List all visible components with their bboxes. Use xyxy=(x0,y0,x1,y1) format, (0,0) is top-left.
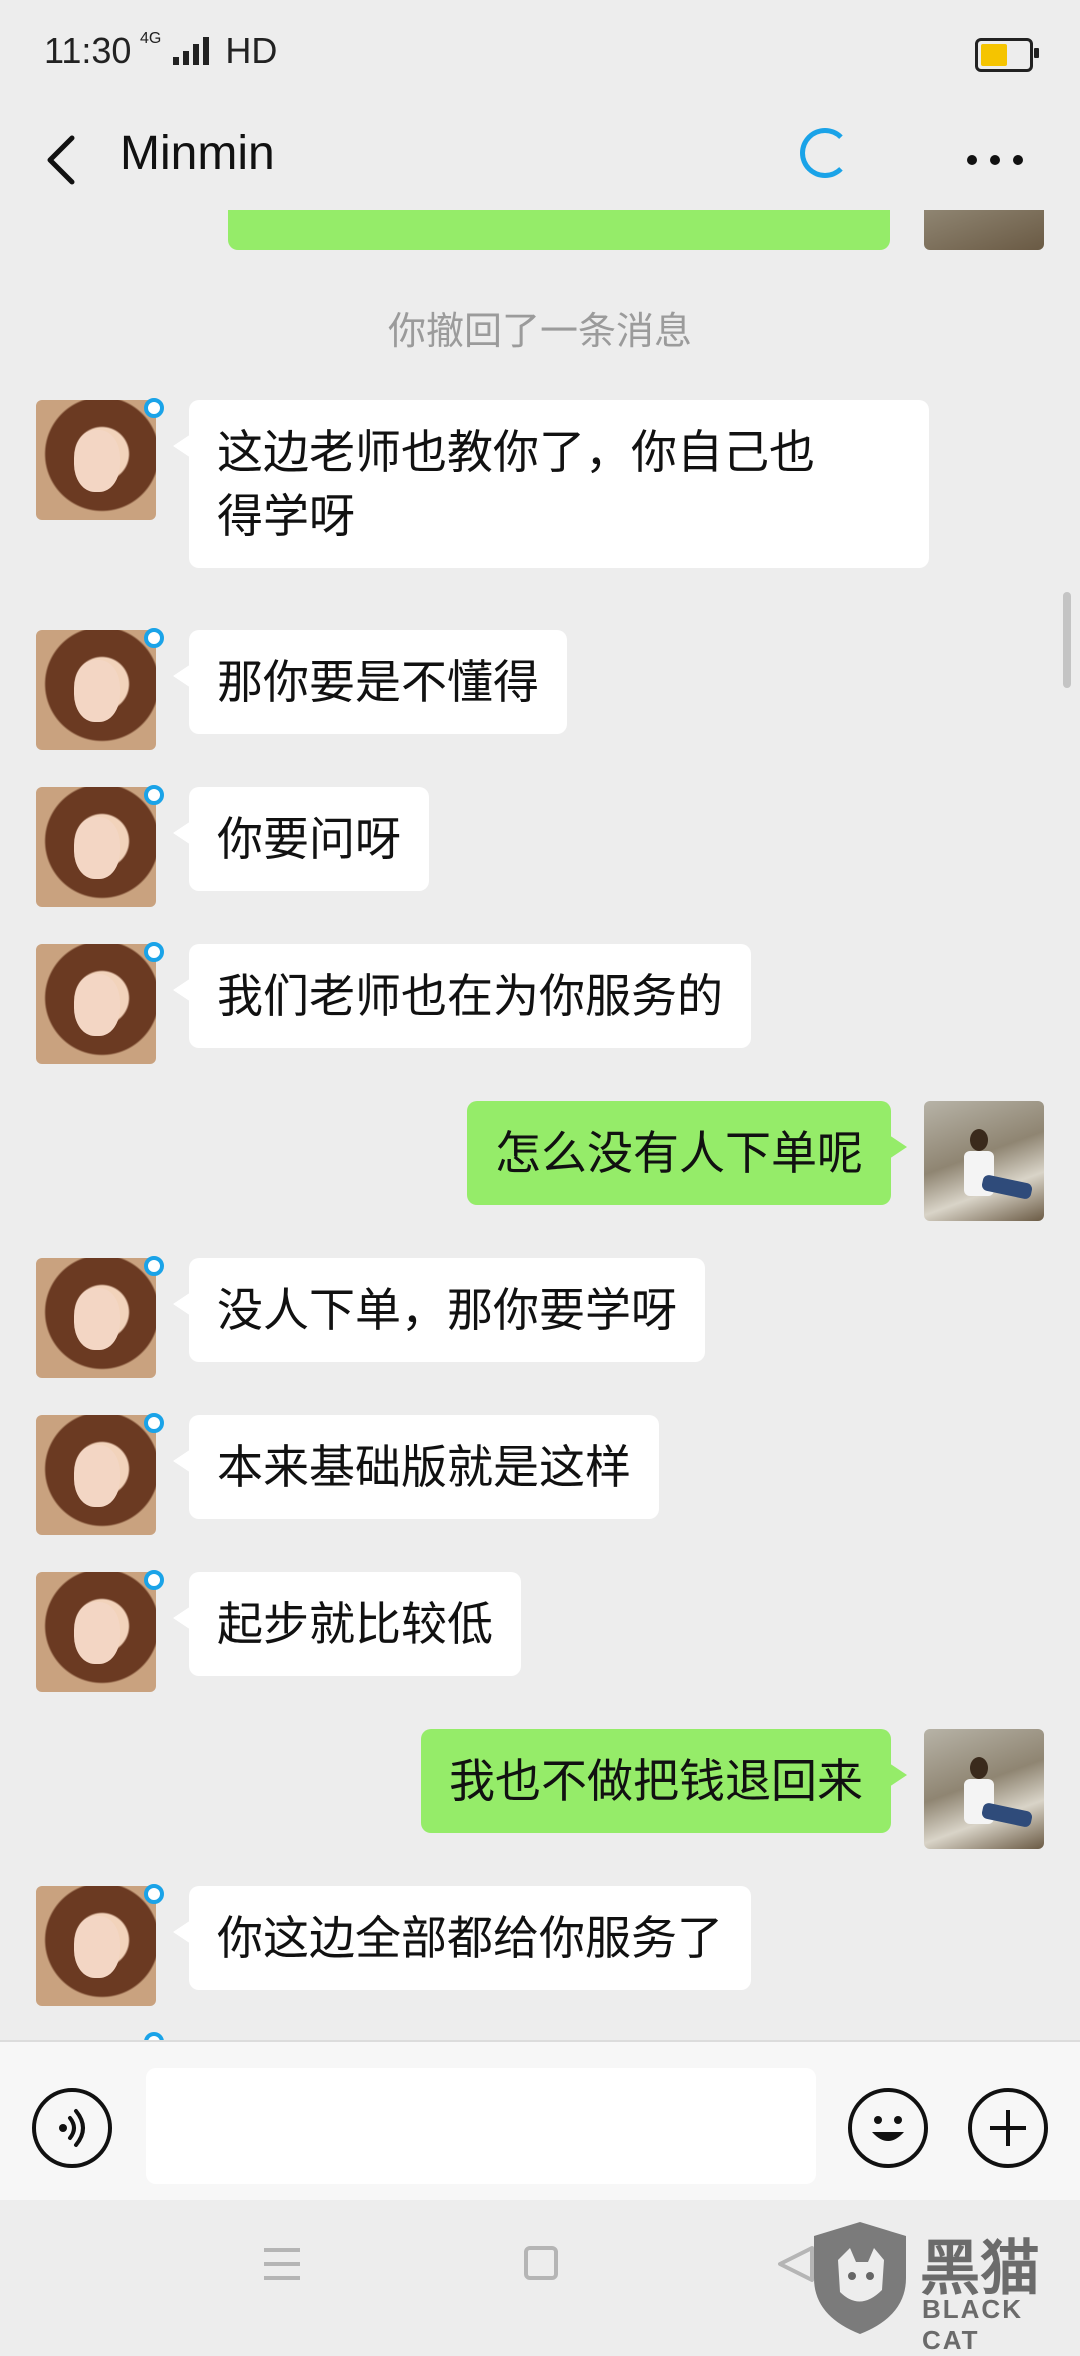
scrollbar[interactable] xyxy=(1063,592,1071,688)
message-text: 你这边全部都给你服务了 xyxy=(217,1911,723,1965)
battery-icon xyxy=(975,38,1039,72)
incoming-bubble[interactable]: 你这边全部都给你服务了 xyxy=(173,1886,751,1990)
outgoing-bubble[interactable]: 怎么没有人下单呢 xyxy=(467,1101,907,1205)
emoji-icon[interactable] xyxy=(848,2088,928,2168)
watermark-subtitle: BLACK CAT xyxy=(922,2294,1023,2355)
signal-icon xyxy=(173,37,210,65)
contact-avatar[interactable] xyxy=(36,787,156,907)
more-dots-icon[interactable] xyxy=(960,130,1030,186)
system-nav-bar: 黑猫 BLACK CAT xyxy=(0,2200,1080,2355)
incoming-bubble[interactable]: 本来基础版就是这样 xyxy=(173,1415,659,1519)
online-dot-icon xyxy=(144,785,164,805)
online-dot-icon xyxy=(144,628,164,648)
contact-avatar[interactable] xyxy=(36,1572,156,1692)
network-label: 4G xyxy=(140,30,162,47)
online-dot-icon xyxy=(144,1884,164,1904)
message-text: 那你要是不懂得 xyxy=(217,655,539,709)
message-text: 没人下单，那你要学呀 xyxy=(217,1283,677,1337)
status-bar: 11:30 4G HD xyxy=(0,0,1080,110)
contact-avatar[interactable] xyxy=(36,1258,156,1378)
online-dot-icon xyxy=(144,942,164,962)
home-icon[interactable] xyxy=(524,2246,558,2280)
online-dot-icon xyxy=(144,1570,164,1590)
incoming-bubble[interactable]: 这边老师也教你了，你自己也 得学呀 xyxy=(173,400,929,568)
online-dot-icon xyxy=(144,398,164,418)
status-time: 11:30 xyxy=(44,30,132,71)
contact-avatar[interactable] xyxy=(36,1415,156,1535)
incoming-bubble[interactable]: 那你要是不懂得 xyxy=(173,630,567,734)
contact-avatar[interactable] xyxy=(36,400,156,520)
contact-avatar[interactable] xyxy=(36,944,156,1064)
spinner-icon xyxy=(800,128,850,178)
message-text: 得学呀 xyxy=(217,489,355,543)
voice-icon[interactable] xyxy=(32,2088,112,2168)
online-dot-icon xyxy=(144,1256,164,1276)
incoming-bubble[interactable]: 你要问呀 xyxy=(173,787,429,891)
message-list[interactable]: 你撤回了一条消息 这边老师也教你了，你自己也 得学呀 那你要是不懂得 你要问呀 … xyxy=(0,210,1080,2040)
hd-label: HD xyxy=(225,30,278,71)
incoming-bubble[interactable]: 我们老师也在为你服务的 xyxy=(173,944,751,1048)
online-dot-icon xyxy=(144,1413,164,1433)
input-bar xyxy=(0,2040,1080,2202)
chat-title: Minmin xyxy=(120,127,275,180)
chat-header: Minmin xyxy=(0,110,1080,210)
chevron-left-icon[interactable] xyxy=(36,132,92,188)
incoming-bubble[interactable]: 没人下单，那你要学呀 xyxy=(173,1258,705,1362)
message-text: 我也不做把钱退回来 xyxy=(449,1754,863,1808)
message-text: 起步就比较低 xyxy=(217,1597,493,1651)
online-dot-icon xyxy=(144,2032,164,2040)
incoming-bubble[interactable]: 起步就比较低 xyxy=(173,1572,521,1676)
watermark: 黑猫 BLACK CAT xyxy=(810,2220,1080,2355)
message-text: 怎么没有人下单呢 xyxy=(495,1126,863,1180)
message-text: 本来基础版就是这样 xyxy=(217,1440,631,1494)
message-text: 这边老师也教你了，你自己也 xyxy=(217,425,815,479)
my-avatar[interactable] xyxy=(924,1729,1044,1849)
message-text: 你要问呀 xyxy=(217,812,401,866)
message-text: 我们老师也在为你服务的 xyxy=(217,969,723,1023)
outgoing-bubble-partial[interactable] xyxy=(228,210,890,250)
recall-notice: 你撤回了一条消息 xyxy=(387,309,692,353)
plus-icon[interactable] xyxy=(968,2088,1048,2168)
network-indicator: 4G HD xyxy=(140,30,277,72)
contact-avatar[interactable] xyxy=(36,1886,156,2006)
cat-shield-logo xyxy=(814,2222,906,2334)
menu-icon[interactable] xyxy=(262,2246,302,2282)
outgoing-bubble[interactable]: 我也不做把钱退回来 xyxy=(421,1729,907,1833)
message-input[interactable] xyxy=(146,2068,816,2184)
my-avatar-partial[interactable] xyxy=(924,210,1044,250)
contact-avatar[interactable] xyxy=(36,630,156,750)
my-avatar[interactable] xyxy=(924,1101,1044,1221)
